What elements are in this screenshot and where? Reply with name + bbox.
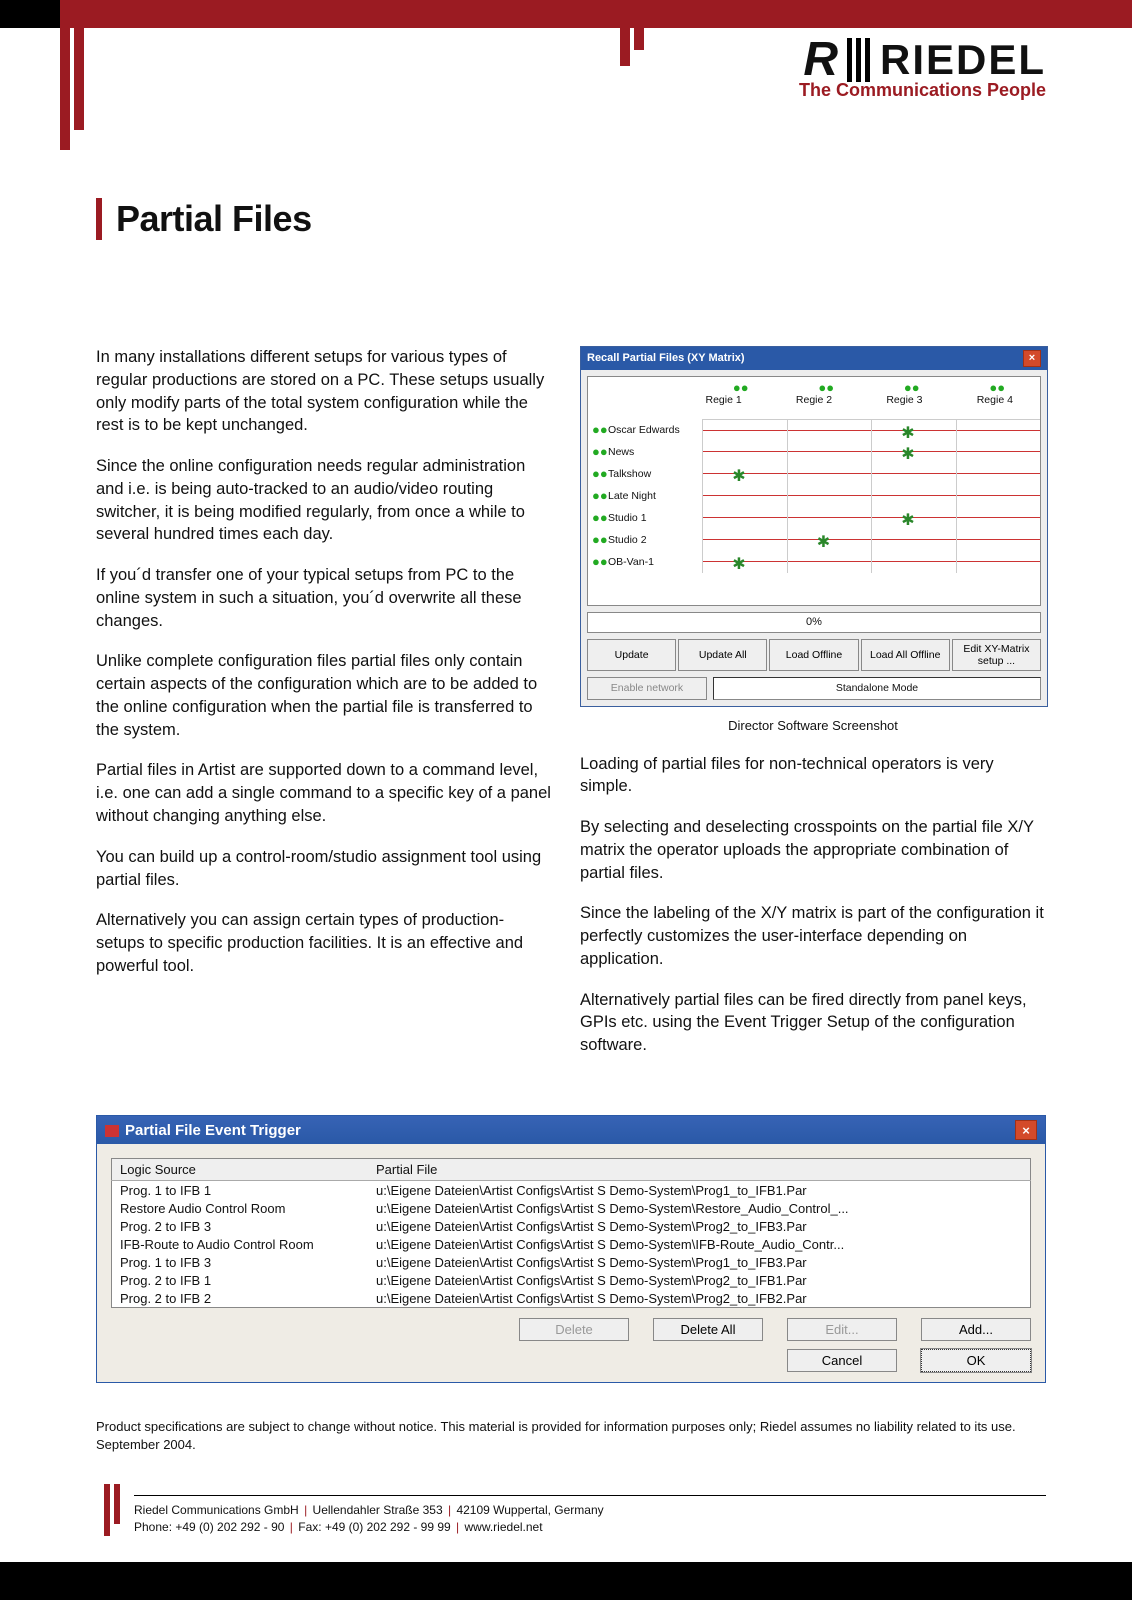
body-para: Loading of partial files for non-technic… [580, 753, 1046, 799]
matrix-cell[interactable] [787, 463, 872, 485]
matrix-row-header: Talkshow [608, 467, 702, 481]
close-icon[interactable]: × [1023, 350, 1041, 367]
delete-all-button[interactable]: Delete All [653, 1318, 763, 1341]
matrix-cell[interactable] [956, 485, 1041, 507]
body-para: If you´d transfer one of your typical se… [96, 564, 552, 632]
matrix-cell[interactable]: ✱ [787, 529, 872, 551]
body-para: Alternatively you can assign certain typ… [96, 909, 552, 977]
footer-bar [0, 1562, 1132, 1600]
matrix-cell[interactable] [871, 551, 956, 573]
table-row[interactable]: Prog. 2 to IFB 2u:\Eigene Dateien\Artist… [112, 1289, 1031, 1308]
add-button[interactable]: Add... [921, 1318, 1031, 1341]
body-para: Unlike complete configuration files part… [96, 650, 552, 741]
matrix-col-header: Regie 2 [769, 393, 859, 407]
matrix-cell[interactable] [956, 529, 1041, 551]
column-left: In many installations different setups f… [96, 346, 552, 1075]
body-para: By selecting and deselecting crosspoints… [580, 816, 1046, 884]
brand-bars-icon [847, 38, 870, 82]
matrix-cell[interactable] [787, 551, 872, 573]
matrix-cell[interactable] [702, 419, 787, 442]
matrix-cell[interactable] [956, 507, 1041, 529]
body-para: Partial files in Artist are supported do… [96, 759, 552, 827]
matrix-cell[interactable]: ✱ [871, 441, 956, 463]
body-para: You can build up a control-room/studio a… [96, 846, 552, 892]
enable-network-button: Enable network [587, 677, 707, 699]
decor-stripe-top [620, 0, 650, 66]
matrix-cell[interactable]: ✱ [702, 551, 787, 573]
matrix-cell[interactable] [956, 463, 1041, 485]
matrix-cell[interactable] [787, 485, 872, 507]
load-all-offline-button[interactable]: Load All Offline [861, 639, 950, 671]
matrix-cell[interactable] [787, 441, 872, 463]
page-footer: Riedel Communications GmbH | Uellendahle… [134, 1495, 1046, 1536]
matrix-cell[interactable] [871, 463, 956, 485]
table-row[interactable]: Prog. 2 to IFB 1u:\Eigene Dateien\Artist… [112, 1271, 1031, 1289]
matrix-cell[interactable] [702, 507, 787, 529]
decor-stripe-left [60, 0, 92, 150]
matrix-row-header: Studio 2 [608, 533, 702, 547]
matrix-row-header: Studio 1 [608, 511, 702, 525]
mode-indicator: Standalone Mode [713, 677, 1041, 699]
body-para: In many installations different setups f… [96, 346, 552, 437]
delete-button: Delete [519, 1318, 629, 1341]
matrix-col-header: Regie 3 [859, 393, 949, 407]
disclaimer-text: Product specifications are subject to ch… [96, 1418, 1046, 1453]
trigger-table[interactable]: Logic Source Partial File Prog. 1 to IFB… [111, 1158, 1031, 1308]
table-row[interactable]: Prog. 1 to IFB 1u:\Eigene Dateien\Artist… [112, 1181, 1031, 1200]
page-title: Partial Files [96, 198, 312, 240]
matrix-cell[interactable] [702, 485, 787, 507]
matrix-cell[interactable] [871, 485, 956, 507]
matrix-col-header: Regie 1 [678, 393, 768, 407]
body-para: Since the online configuration needs reg… [96, 455, 552, 546]
cancel-button[interactable]: Cancel [787, 1349, 897, 1372]
close-icon[interactable]: × [1015, 1120, 1037, 1140]
table-row[interactable]: Prog. 1 to IFB 3u:\Eigene Dateien\Artist… [112, 1253, 1031, 1271]
column-right: Recall Partial Files (XY Matrix) × ●●●●●… [580, 346, 1046, 1075]
matrix-cell[interactable]: ✱ [702, 463, 787, 485]
matrix-cell[interactable] [871, 529, 956, 551]
col-header-file[interactable]: Partial File [368, 1159, 1031, 1181]
update-button[interactable]: Update [587, 639, 676, 671]
matrix-col-header: Regie 4 [950, 393, 1040, 407]
decor-stripe-footer [114, 1484, 122, 1536]
matrix-cell[interactable]: ✱ [871, 419, 956, 442]
body-para: Alternatively partial files can be fired… [580, 989, 1046, 1057]
body-para: Since the labeling of the X/Y matrix is … [580, 902, 1046, 970]
table-row[interactable]: Prog. 2 to IFB 3u:\Eigene Dateien\Artist… [112, 1217, 1031, 1235]
table-row[interactable]: Restore Audio Control Roomu:\Eigene Date… [112, 1199, 1031, 1217]
app-icon [105, 1125, 119, 1137]
matrix-cell[interactable] [956, 419, 1041, 442]
load-offline-button[interactable]: Load Offline [769, 639, 858, 671]
matrix-cell[interactable] [702, 529, 787, 551]
matrix-row-header: News [608, 445, 702, 459]
header-bar [0, 0, 1132, 28]
event-trigger-dialog: Partial File Event Trigger × Logic Sourc… [96, 1115, 1046, 1383]
brand-name: RIEDEL [880, 36, 1046, 84]
recall-partial-dialog: Recall Partial Files (XY Matrix) × ●●●●●… [580, 346, 1048, 707]
xy-matrix: ●●●●●●●● Regie 1 Regie 2 Regie 3 Regie 4… [587, 376, 1041, 606]
matrix-cell[interactable] [787, 507, 872, 529]
dialog-title: Partial File Event Trigger [125, 1122, 301, 1139]
dialog-title: Recall Partial Files (XY Matrix) [587, 351, 745, 366]
matrix-row-header: Oscar Edwards [608, 423, 702, 437]
matrix-cell[interactable] [956, 441, 1041, 463]
matrix-cell[interactable]: ✱ [871, 507, 956, 529]
matrix-cell[interactable] [787, 419, 872, 442]
edit-xy-button[interactable]: Edit XY-Matrix setup ... [952, 639, 1041, 671]
screenshot-caption: Director Software Screenshot [580, 717, 1046, 735]
matrix-cell[interactable] [956, 551, 1041, 573]
matrix-row-header: Late Night [608, 489, 702, 503]
col-header-source[interactable]: Logic Source [112, 1159, 369, 1181]
brand-logo: R RIEDEL The Communications People [795, 36, 1046, 101]
brand-tagline: The Communications People [795, 80, 1046, 101]
progress-bar: 0% [587, 612, 1041, 633]
update-all-button[interactable]: Update All [678, 639, 767, 671]
brand-r: R [803, 36, 837, 84]
matrix-cell[interactable] [702, 441, 787, 463]
table-row[interactable]: IFB-Route to Audio Control Roomu:\Eigene… [112, 1235, 1031, 1253]
matrix-row-header: OB-Van-1 [608, 555, 702, 569]
edit-button: Edit... [787, 1318, 897, 1341]
ok-button[interactable]: OK [921, 1349, 1031, 1372]
